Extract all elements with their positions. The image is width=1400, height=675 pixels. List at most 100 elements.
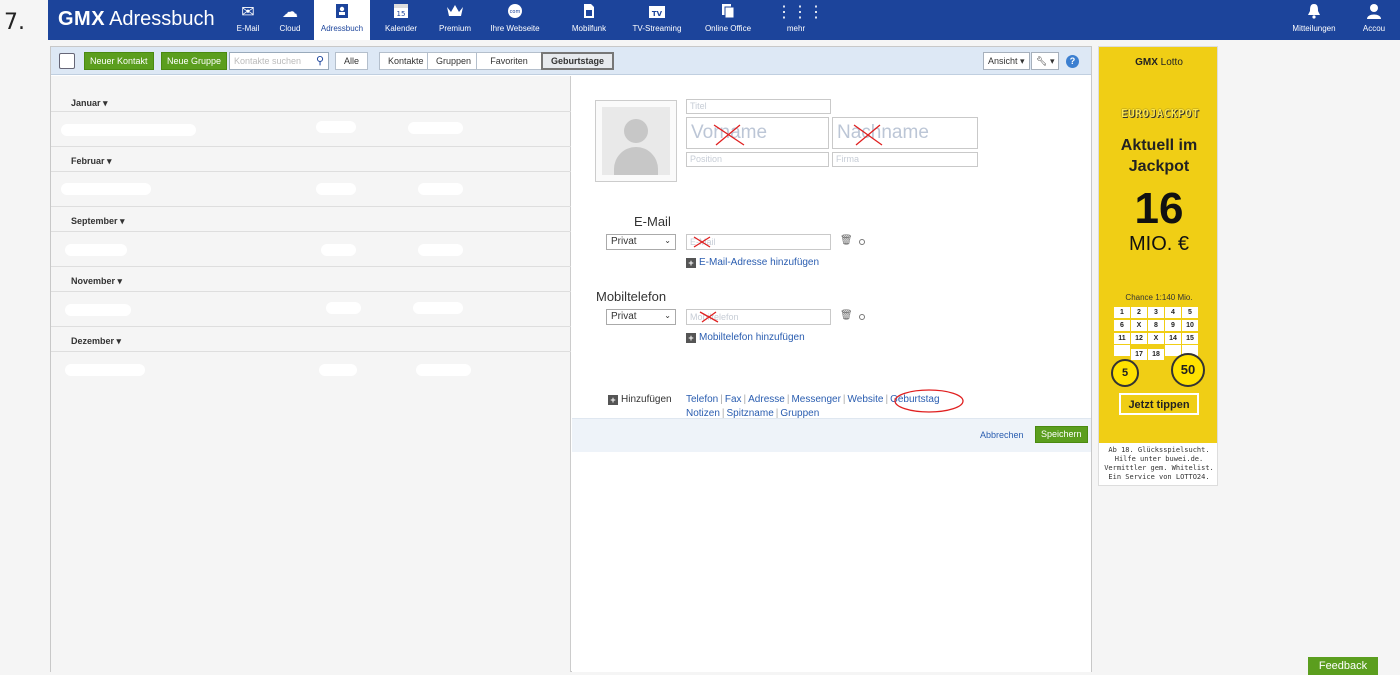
lotto-grid-cell (1114, 345, 1130, 356)
eurojackpot-logo: EUROJACKPOT (1121, 107, 1200, 120)
nav-mobilfunk[interactable]: Mobilfunk (566, 0, 612, 40)
mobile-field[interactable]: Mobiltelefon (686, 309, 831, 325)
filter-kontakte[interactable]: Kontakte (379, 52, 433, 70)
user-icon (1348, 0, 1400, 24)
lotto-grid-cell: 17 (1131, 349, 1147, 360)
nav-mitteilungen[interactable]: Mitteilungen (1286, 0, 1342, 40)
chevron-down-icon: ⌄ (664, 311, 671, 320)
cancel-button[interactable]: Abbrechen (980, 430, 1024, 440)
new-contact-button[interactable]: Neuer Kontakt (84, 52, 154, 70)
add-telefon-link[interactable]: Telefon (686, 394, 718, 405)
trash-icon[interactable]: 🗑︎ (840, 310, 853, 321)
nav-adressbuch[interactable]: Adressbuch (314, 0, 370, 40)
lotto-number-grid: 1 2 3 4 56 X 8 9 1011 12 X 14 1517 18 (1113, 305, 1203, 360)
company-field[interactable]: Firma (832, 152, 978, 167)
contact-photo[interactable] (595, 100, 677, 182)
nav-online-office[interactable]: Online Office (700, 0, 756, 40)
favorite-radio[interactable] (859, 314, 865, 320)
nav-tv-streaming[interactable]: TV TV-Streaming (624, 0, 690, 40)
chevron-down-icon: ▾ (117, 276, 123, 286)
month-header-januar[interactable]: Januar ▾ (71, 98, 108, 109)
cloud-icon: ☁ (282, 4, 298, 21)
jackpot-unit: MIO. € (1128, 233, 1189, 255)
add-fax-link[interactable]: Fax (725, 394, 742, 405)
add-mobile-link[interactable]: + Mobiltelefon hinzufügen (686, 332, 805, 343)
lotto-grid-cell: 6 (1114, 320, 1130, 331)
tv-icon: TV (624, 0, 690, 24)
birthday-list: Januar ▾ Februar ▾ September ▾ November … (51, 76, 571, 672)
lotto-grid-cell: 11 (1114, 333, 1130, 344)
jetzt-tippen-button[interactable]: Jetzt tippen (1119, 393, 1199, 415)
lotto-grid-cell: 8 (1148, 320, 1164, 331)
step-number: 7. (4, 10, 25, 35)
filter-alle[interactable]: Alle (335, 52, 369, 70)
month-header-dezember[interactable]: Dezember ▾ (71, 336, 121, 347)
help-icon[interactable]: ? (1066, 55, 1079, 68)
form-footer: Abbrechen Speichern (572, 418, 1091, 452)
month-header-september[interactable]: September ▾ (71, 216, 125, 227)
plus-icon: + (608, 395, 618, 405)
last-name-field[interactable]: Nachname (832, 117, 978, 149)
plus-icon: + (686, 258, 696, 268)
month-header-februar[interactable]: Februar ▾ (71, 156, 112, 167)
view-dropdown[interactable]: Ansicht ▾ (983, 52, 1030, 70)
add-more-label: + Hinzufügen (608, 394, 672, 405)
add-messenger-link[interactable]: Messenger (791, 394, 840, 405)
email-field[interactable]: E-Mail (686, 234, 831, 250)
email-section-label: E-Mail (634, 214, 671, 229)
add-email-link[interactable]: + E-Mail-Adresse hinzufügen (686, 257, 819, 268)
filter-geburtstage[interactable]: Geburtstage (541, 52, 615, 70)
contact-form: Titel Vorname Nachname Position Firma E-… (572, 76, 1091, 672)
lotto-grid-cell: 14 (1165, 333, 1181, 344)
trash-icon[interactable]: 🗑︎ (840, 235, 853, 246)
nav-account[interactable]: Accou (1348, 0, 1400, 40)
plus-icon: + (686, 333, 696, 343)
add-adresse-link[interactable]: Adresse (748, 394, 785, 405)
phone-type-select[interactable]: Privat ⌄ (606, 309, 676, 325)
month-header-november[interactable]: November ▾ (71, 276, 122, 287)
tools-dropdown[interactable]: 🔧︎ ▾ (1031, 52, 1060, 70)
lotto-grid-cell: 12 (1131, 333, 1147, 344)
svg-text:com: com (510, 9, 521, 15)
new-group-button[interactable]: Neue Gruppe (161, 52, 228, 70)
globe-icon: com (484, 0, 546, 24)
chevron-down-icon: ⌄ (664, 236, 671, 245)
first-name-field[interactable]: Vorname (686, 117, 829, 149)
nav-webseite[interactable]: com Ihre Webseite (484, 0, 546, 40)
add-website-link[interactable]: Website (848, 394, 884, 405)
nav-premium[interactable]: Premium (432, 0, 478, 40)
favorite-radio[interactable] (859, 239, 865, 245)
nav-kalender[interactable]: 15 Kalender (378, 0, 424, 40)
mail-icon: ✉ (241, 4, 255, 21)
search-input[interactable]: Kontakte suchen ⚲ (229, 52, 329, 70)
addressbook-panel: Neuer Kontakt Neue Gruppe Kontakte suche… (50, 46, 1092, 672)
lotto-grid-cell: X (1131, 320, 1147, 331)
email-type-select[interactable]: Privat ⌄ (606, 234, 676, 250)
ad-disclaimer: Ab 18. Glücksspielsucht. Hilfe unter buw… (1099, 443, 1217, 485)
nav-mehr[interactable]: ⋮⋮⋮ mehr (776, 0, 824, 40)
feedback-button[interactable]: Feedback (1308, 657, 1378, 675)
add-geburtstag-link[interactable]: Geburtstag (890, 394, 939, 405)
top-navigation-bar: GMX Adressbuch ✉ E-Mail ☁ Cloud Adressbuc… (48, 0, 1400, 40)
lotto-grid-cell: 3 (1148, 307, 1164, 318)
chevron-down-icon: ▾ (107, 156, 112, 166)
position-field[interactable]: Position (686, 152, 829, 167)
nav-email[interactable]: ✉ E-Mail (228, 0, 268, 40)
search-icon[interactable]: ⚲ (316, 54, 324, 67)
lotto-grid-cell: X (1148, 333, 1164, 344)
filter-gruppen[interactable]: Gruppen (427, 52, 481, 70)
chevron-down-icon: ▾ (1049, 56, 1055, 66)
lotto-grid-cell: 10 (1182, 320, 1198, 331)
svg-text:15: 15 (397, 10, 406, 18)
filter-favoriten[interactable]: Favoriten (476, 52, 542, 70)
title-field[interactable]: Titel (686, 99, 831, 114)
nav-cloud[interactable]: ☁ Cloud (270, 0, 310, 40)
jackpot-amount: 16 (1134, 184, 1184, 233)
svg-text:TV: TV (652, 10, 663, 18)
lotto-advertisement[interactable]: GMX Lotto EUROJACKPOT Aktuell im Jackpot … (1098, 46, 1218, 486)
save-button[interactable]: Speichern (1035, 426, 1088, 443)
brand-logo[interactable]: GMX Adressbuch (58, 8, 215, 31)
select-all-checkbox[interactable] (59, 53, 75, 69)
office-icon (700, 0, 756, 24)
avatar-placeholder-icon (602, 107, 670, 175)
